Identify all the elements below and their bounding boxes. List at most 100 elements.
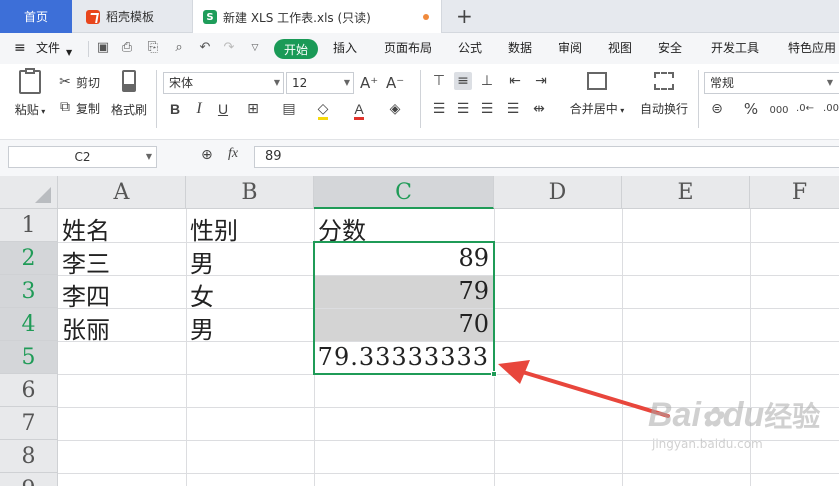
font-size-select[interactable]: 12 ▼ [286, 72, 354, 94]
cell-b1[interactable]: 性别 [190, 211, 312, 242]
bold-button[interactable]: B [166, 100, 184, 118]
align-middle-icon[interactable]: ≡ [454, 72, 472, 90]
align-right-icon[interactable]: ☰ [478, 100, 496, 118]
new-tab-button[interactable]: + [456, 4, 473, 28]
name-box[interactable]: C2 ▼ [8, 146, 157, 168]
chevron-down-icon[interactable]: ▼ [66, 44, 72, 62]
baidu-watermark: Bai✿du经验 jingyan.baidu.com [648, 395, 828, 475]
font-name-value: 宋体 [169, 76, 194, 90]
spreadsheet-icon: S [203, 10, 217, 24]
menu-view[interactable]: 视图 [608, 39, 632, 57]
tab-home-label: 首页 [23, 10, 48, 24]
select-all-corner[interactable] [0, 176, 58, 209]
cell-b3[interactable]: 女 [190, 277, 312, 308]
underline-button[interactable]: U [214, 100, 232, 118]
fill-pattern-icon[interactable]: ▤ [280, 100, 298, 118]
wrap-text-button[interactable]: 自动换行 [636, 72, 692, 117]
copy-icon[interactable]: ⧉ [56, 98, 74, 116]
font-shrink-icon[interactable]: A⁻ [386, 74, 404, 92]
number-format-select[interactable]: 常规 ▼ [704, 72, 839, 94]
row-header-2[interactable]: 2 [0, 242, 58, 275]
row-header-6[interactable]: 6 [0, 374, 58, 407]
cell-a2[interactable]: 李三 [62, 244, 184, 275]
menu-file[interactable]: 文件 [36, 39, 60, 57]
copy-button[interactable]: 复制 [76, 100, 100, 117]
undo-icon[interactable]: ↶ [198, 41, 212, 55]
align-bottom-icon[interactable]: ⊥ [478, 72, 496, 90]
save-icon[interactable]: ▣ [96, 41, 110, 55]
font-name-select[interactable]: 宋体 ▼ [163, 72, 284, 94]
align-top-icon[interactable]: ⊤ [430, 72, 448, 90]
menu-page-layout[interactable]: 页面布局 [384, 39, 432, 57]
column-header-f[interactable]: F [750, 176, 839, 209]
export-icon[interactable]: ⎙ [120, 41, 134, 55]
menu-security[interactable]: 安全 [658, 39, 682, 57]
font-size-value: 12 [292, 76, 308, 90]
thousands-button[interactable]: 000 [768, 102, 790, 120]
formula-input[interactable]: 89 [254, 146, 839, 168]
fx-button[interactable]: fx [228, 146, 238, 162]
column-header-d[interactable]: D [494, 176, 622, 209]
cut-button[interactable]: 剪切 [76, 74, 100, 91]
clear-format-icon[interactable]: ◈ [386, 100, 404, 118]
zoom-search-icon[interactable]: ⊕ [201, 147, 213, 163]
divider [156, 70, 157, 128]
column-header-c[interactable]: C [314, 176, 494, 209]
align-left-icon[interactable]: ☰ [430, 100, 448, 118]
tab-bar: 首页 稻壳模板 S 新建 XLS 工作表.xls (只读) + [0, 0, 839, 34]
row-header-8[interactable]: 8 [0, 440, 58, 473]
fill-color-icon[interactable]: ◇ [314, 100, 332, 120]
distribute-icon[interactable]: ⇹ [530, 100, 548, 118]
column-header-e[interactable]: E [622, 176, 750, 209]
customize-chevron-icon[interactable]: ▽ [248, 41, 262, 55]
column-header-a[interactable]: A [58, 176, 186, 209]
row-header-4[interactable]: 4 [0, 308, 58, 341]
row-header-9[interactable]: 9 [0, 473, 58, 486]
redo-icon[interactable]: ↷ [222, 41, 236, 55]
row-header-1[interactable]: 1 [0, 209, 58, 242]
outdent-icon[interactable]: ⇤ [506, 72, 524, 90]
menu-special[interactable]: 特色应用 [788, 39, 836, 57]
menu-start[interactable]: 开始 [274, 39, 318, 59]
menu-formula[interactable]: 公式 [458, 39, 482, 57]
align-center-icon[interactable]: ☰ [454, 100, 472, 118]
border-icon[interactable]: ⊞ [244, 100, 262, 118]
hamburger-icon[interactable]: ≡ [14, 39, 26, 57]
italic-button[interactable]: I [190, 100, 208, 118]
format-painter-button[interactable]: 格式刷 [110, 70, 148, 118]
print-preview-icon[interactable]: ⌕ [172, 41, 186, 55]
menu-developer[interactable]: 开发工具 [711, 39, 759, 57]
cell-a3[interactable]: 李四 [62, 277, 184, 308]
menu-review[interactable]: 审阅 [558, 39, 582, 57]
menu-insert[interactable]: 插入 [333, 39, 357, 57]
font-color-button[interactable]: A [350, 100, 368, 120]
cell-b2[interactable]: 男 [190, 244, 312, 275]
indent-icon[interactable]: ⇥ [532, 72, 550, 90]
merge-center-button[interactable]: 合并居中 ▾ [566, 72, 628, 117]
paste-button[interactable]: 粘贴 ▾ [12, 68, 48, 118]
tab-docer[interactable]: 稻壳模板 [74, 0, 190, 33]
decrease-decimal-icon[interactable]: .00 [822, 100, 839, 118]
menu-data[interactable]: 数据 [508, 39, 532, 57]
print-icon[interactable]: ⎘ [146, 41, 160, 55]
scissors-icon[interactable]: ✂ [56, 73, 74, 91]
selection-border [313, 241, 495, 375]
cell-c1[interactable]: 分数 [318, 211, 492, 242]
column-header-b[interactable]: B [186, 176, 314, 209]
row-header-7[interactable]: 7 [0, 407, 58, 440]
increase-decimal-icon[interactable]: .0← [796, 100, 814, 118]
currency-icon[interactable]: ⊜ [708, 100, 726, 118]
justify-icon[interactable]: ☰ [504, 100, 522, 118]
percent-button[interactable]: % [742, 100, 760, 118]
font-grow-icon[interactable]: A⁺ [360, 74, 378, 92]
cell-b4[interactable]: 男 [190, 310, 312, 341]
paste-icon [19, 68, 41, 94]
tab-file[interactable]: S 新建 XLS 工作表.xls (只读) [192, 0, 442, 34]
row-header-3[interactable]: 3 [0, 275, 58, 308]
cell-a4[interactable]: 张丽 [62, 310, 184, 341]
cell-a1[interactable]: 姓名 [62, 211, 184, 242]
watermark-url: jingyan.baidu.com [652, 437, 763, 451]
row-header-5[interactable]: 5 [0, 341, 58, 374]
merge-center-label: 合并居中 [569, 102, 618, 116]
tab-home[interactable]: 首页 [0, 0, 72, 33]
